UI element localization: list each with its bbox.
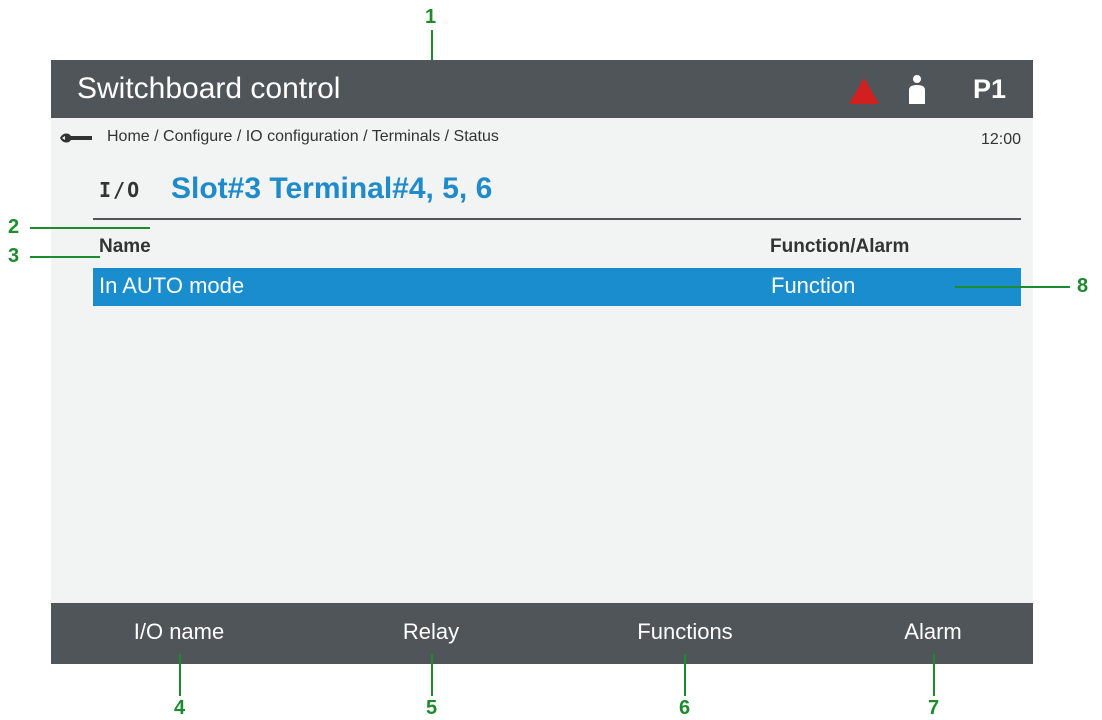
callout-line-2 (30, 227, 150, 229)
softkey-functions[interactable]: Functions (585, 619, 785, 645)
page-id: P1 (973, 74, 1007, 104)
callout-1: 1 (425, 6, 437, 28)
softkey-bar: I/O name Relay Functions Alarm (51, 603, 1033, 664)
callout-8: 8 (1077, 275, 1089, 297)
table-row-selected[interactable]: In AUTO mode Function (93, 268, 1021, 306)
callout-6: 6 (679, 697, 691, 719)
column-header-function-alarm: Function/Alarm (770, 236, 910, 257)
softkey-alarm[interactable]: Alarm (833, 619, 1033, 645)
breadcrumb[interactable]: Home / Configure / IO configuration / Te… (107, 128, 499, 146)
breadcrumb-bar: Home / Configure / IO configuration / Te… (51, 128, 1033, 150)
callout-line-5 (431, 654, 433, 696)
page-title: Slot#3 Terminal#4, 5, 6 (171, 172, 493, 205)
callout-4: 4 (174, 697, 186, 719)
row-name-cell: In AUTO mode (99, 273, 245, 298)
callout-line-7 (933, 654, 935, 696)
softkey-io-name[interactable]: I/O name (79, 619, 279, 645)
callout-5: 5 (426, 697, 438, 719)
callout-line-8 (955, 286, 1070, 288)
app-title: Switchboard control (77, 72, 341, 105)
softkey-relay[interactable]: Relay (331, 619, 531, 645)
callout-line-3 (30, 256, 100, 258)
row-function-alarm-cell: Function (771, 273, 856, 298)
callout-7: 7 (928, 697, 940, 719)
column-header-name: Name (99, 236, 151, 257)
user-icon[interactable] (907, 74, 927, 104)
device-screen: Switchboard control P1 Home / Configure … (51, 60, 1033, 664)
callout-line-6 (684, 654, 686, 696)
clock: 12:00 (980, 131, 1021, 148)
callout-3: 3 (8, 245, 20, 267)
io-icon: I/O (99, 178, 142, 202)
title-bar: Switchboard control P1 (51, 60, 1033, 118)
callout-2: 2 (8, 216, 20, 238)
callout-line-4 (179, 654, 181, 696)
wrench-icon (60, 133, 92, 143)
title-divider (93, 218, 1021, 220)
alarm-triangle-icon[interactable] (848, 77, 880, 105)
